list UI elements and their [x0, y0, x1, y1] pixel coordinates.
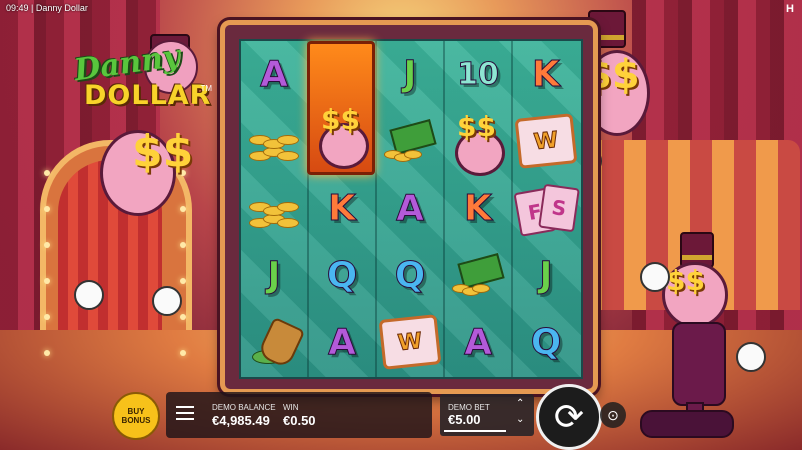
- symbol-J: J: [403, 53, 417, 95]
- glove-icon: [736, 342, 766, 372]
- symbol-A: A: [328, 321, 357, 363]
- bet-up-icon[interactable]: ⌃: [516, 398, 524, 409]
- logo-title-line2: DOLLAR: [84, 80, 212, 111]
- symbol-wild-expanded: $$: [313, 103, 371, 169]
- window-title: | Danny Dollar: [31, 3, 88, 13]
- symbol-A: A: [260, 53, 289, 95]
- spin-icon: ⟳: [553, 396, 585, 437]
- left-clown-character: $$: [74, 120, 210, 320]
- symbol-cash-icon: [447, 244, 509, 306]
- symbol-J: J: [539, 254, 553, 296]
- symbol-free-spins-scatter: FS: [513, 177, 580, 239]
- buy-bonus-label-1: BUY: [127, 407, 145, 416]
- dollar-eyes-icon: $$: [666, 264, 705, 297]
- dollar-eyes-icon: $$: [132, 126, 194, 177]
- symbol-K: K: [464, 187, 493, 229]
- symbol-K: K: [532, 53, 561, 95]
- symbol-10: 10: [457, 56, 500, 92]
- symbol-cash-icon: [379, 110, 441, 172]
- symbol-Q: Q: [394, 254, 426, 296]
- symbol-A: A: [464, 321, 493, 363]
- reel-frame: A J $$ K Q A J A Q W 10 $$ K A K W F S J Q: [220, 20, 598, 394]
- symbol-wild-card: W: [514, 110, 578, 172]
- symbol-J: J: [267, 254, 281, 296]
- bet-down-icon[interactable]: ⌄: [516, 414, 524, 425]
- clown-shoes: [640, 410, 734, 438]
- light-bulb-icon: [44, 314, 50, 320]
- provider-logo-icon: H: [786, 3, 794, 15]
- status-bar: 09:49 | Danny Dollar: [6, 3, 88, 13]
- logo-trademark: TM: [200, 84, 212, 93]
- light-bulb-icon: [44, 278, 50, 284]
- game-logo: Danny DOLLAR TM: [62, 34, 212, 126]
- bet-level-bar: [444, 430, 506, 432]
- symbol-wild-card: W: [378, 311, 442, 373]
- light-bulb-icon: [180, 350, 186, 356]
- buy-bonus-label-2: BONUS: [121, 416, 151, 425]
- autoplay-icon: ⊙: [607, 406, 619, 423]
- symbol-bucket-icon: [243, 311, 306, 373]
- symbol-K: K: [328, 187, 357, 229]
- clown-suit: [672, 322, 726, 406]
- autoplay-button[interactable]: ⊙: [600, 402, 626, 428]
- light-bulb-icon: [44, 350, 50, 356]
- symbol-Q: Q: [530, 321, 562, 363]
- clock-time: 09:49: [6, 3, 29, 13]
- left-glove-icon: [74, 280, 104, 310]
- bet-value: €5.00: [448, 412, 481, 427]
- reel-grid[interactable]: A J $$ K Q A J A Q W 10 $$ K A K W F S J Q: [239, 39, 583, 379]
- spin-button[interactable]: ⟳: [536, 384, 602, 450]
- right-glove-icon: [152, 286, 182, 316]
- symbol-Q: Q: [326, 254, 358, 296]
- standing-clown-character: $$: [640, 232, 766, 442]
- bet-label: DEMO BET: [448, 403, 490, 412]
- light-bulb-icon: [44, 170, 50, 176]
- balance-value: €4,985.49: [212, 413, 270, 428]
- win-value: €0.50: [283, 413, 316, 428]
- symbol-coins-icon: [243, 177, 305, 239]
- menu-icon[interactable]: [176, 406, 194, 420]
- glove-icon: [640, 262, 670, 292]
- buy-bonus-button[interactable]: BUY BONUS: [112, 392, 160, 440]
- light-bulb-icon: [44, 206, 50, 212]
- symbol-A: A: [396, 187, 425, 229]
- win-label: WIN: [283, 403, 299, 412]
- balance-label: DEMO BALANCE: [212, 403, 276, 412]
- symbol-wild-clown: $$: [447, 110, 509, 176]
- symbol-coins-icon: [243, 110, 305, 172]
- light-bulb-icon: [44, 242, 50, 248]
